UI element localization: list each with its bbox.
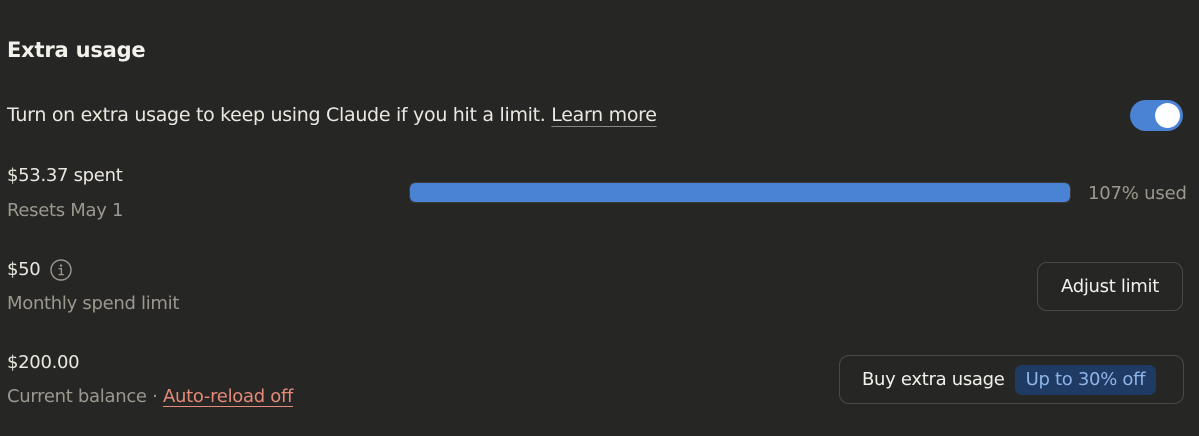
toggle-knob bbox=[1155, 103, 1180, 128]
adjust-limit-button[interactable]: Adjust limit bbox=[1037, 262, 1183, 311]
balance-label: Current balance bbox=[7, 386, 147, 407]
info-circle-icon[interactable] bbox=[50, 259, 72, 281]
learn-more-link[interactable]: Learn more bbox=[551, 104, 657, 126]
discount-badge: Up to 30% off bbox=[1014, 364, 1157, 395]
reset-date: Resets May 1 bbox=[7, 200, 124, 221]
auto-reload-link[interactable]: Auto-reload off bbox=[163, 386, 293, 407]
usage-percent-label: 107% used bbox=[1088, 183, 1187, 204]
balance-separator: · bbox=[152, 386, 158, 407]
buy-extra-usage-button[interactable]: Buy extra usage Up to 30% off bbox=[839, 355, 1184, 404]
extra-usage-panel: Extra usage Turn on extra usage to keep … bbox=[0, 0, 1199, 436]
buy-extra-usage-label: Buy extra usage bbox=[862, 369, 1005, 390]
extra-usage-toggle[interactable] bbox=[1130, 100, 1183, 131]
usage-progress-fill bbox=[410, 183, 1070, 202]
section-title: Extra usage bbox=[7, 38, 146, 62]
section-description: Turn on extra usage to keep using Claude… bbox=[7, 104, 546, 126]
usage-progress-bar bbox=[409, 182, 1071, 203]
section-description-row: Turn on extra usage to keep using Claude… bbox=[7, 104, 657, 126]
balance-amount: $200.00 bbox=[7, 352, 80, 373]
balance-row: Current balance · Auto-reload off bbox=[7, 386, 293, 407]
spend-limit-amount: $50 bbox=[7, 259, 41, 280]
spent-amount: $53.37 spent bbox=[7, 165, 123, 186]
spend-limit-label: Monthly spend limit bbox=[7, 293, 180, 314]
